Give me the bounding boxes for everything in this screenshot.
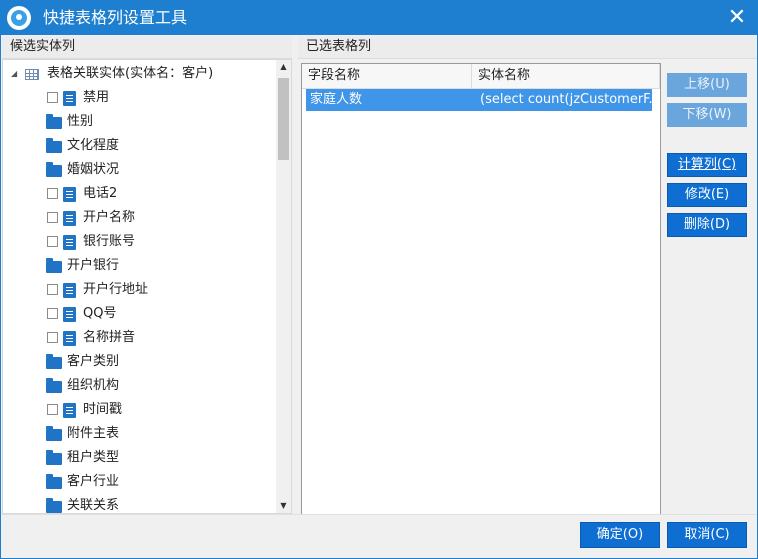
tree-root-label: 表格关联实体(实体名：客户)	[47, 66, 214, 81]
selected-columns-title: 已选表格列	[306, 39, 372, 54]
scroll-down-icon[interactable]: ▼	[276, 499, 291, 513]
tree-item[interactable]: 时间戳	[3, 398, 278, 422]
tree-item[interactable]: 性别	[3, 110, 278, 134]
column-header-entity-name[interactable]: 实体名称	[472, 64, 660, 88]
tree-item-label: 开户银行	[67, 258, 120, 273]
field-document-icon	[63, 91, 76, 106]
tree-item[interactable]: 客户行业	[3, 470, 278, 494]
tree-item-label: 组织机构	[67, 378, 120, 393]
table-row[interactable]: 家庭人数 (select count(jzCustomerF...	[306, 89, 652, 111]
move-down-button[interactable]: 下移(W)	[667, 103, 747, 127]
tree-item-label: 关联关系	[67, 498, 120, 513]
field-document-icon	[63, 307, 76, 322]
app-logo-icon	[7, 6, 31, 30]
grid-header: 字段名称 实体名称	[302, 64, 660, 89]
field-document-icon	[63, 331, 76, 346]
selected-columns-grid: 字段名称 实体名称 家庭人数 (select count(jzCustomerF…	[301, 63, 661, 515]
tree-item-label: QQ号	[83, 306, 117, 321]
candidate-columns-header: 候选实体列	[2, 36, 292, 59]
delete-button[interactable]: 删除(D)	[667, 213, 747, 237]
folder-icon	[46, 426, 62, 441]
edit-button[interactable]: 修改(E)	[667, 183, 747, 207]
tree-item-label: 禁用	[83, 90, 110, 105]
dialog-window: 快捷表格列设置工具 ✕ 候选实体列 已选表格列 ◢ 表格关联实体(实体名：客户)…	[0, 0, 758, 559]
folder-icon	[46, 138, 62, 153]
folder-icon	[46, 258, 62, 273]
tree-item[interactable]: 租户类型	[3, 446, 278, 470]
field-checkbox[interactable]	[47, 332, 58, 343]
field-checkbox[interactable]	[47, 92, 58, 103]
selected-columns-header: 已选表格列	[298, 36, 757, 59]
field-document-icon	[63, 235, 76, 250]
cancel-button[interactable]: 取消(C)	[667, 522, 747, 548]
field-document-icon	[63, 211, 76, 226]
folder-icon	[46, 162, 62, 177]
tree-scrollbar[interactable]: ▲ ▼	[276, 60, 291, 513]
tree-root-node[interactable]: ◢ 表格关联实体(实体名：客户)	[3, 62, 278, 86]
field-checkbox[interactable]	[47, 308, 58, 319]
compute-column-label: 计算列(C)	[677, 157, 737, 172]
tree-item-label: 附件主表	[67, 426, 120, 441]
tree-item-label: 电话2	[83, 186, 118, 201]
tree-item[interactable]: 组织机构	[3, 374, 278, 398]
tree-item-label: 名称拼音	[83, 330, 136, 345]
cell-field-name: 家庭人数	[310, 92, 363, 107]
tree-item[interactable]: 开户名称	[3, 206, 278, 230]
folder-icon	[46, 114, 62, 129]
field-checkbox[interactable]	[47, 236, 58, 247]
tree-item-label: 婚姻状况	[67, 162, 120, 177]
tree-item[interactable]: 名称拼音	[3, 326, 278, 350]
tree-item-label: 开户行地址	[83, 282, 149, 297]
tree-item-label: 客户行业	[67, 474, 120, 489]
tree-item[interactable]: 开户行地址	[3, 278, 278, 302]
footer-divider	[2, 514, 757, 515]
tree-item[interactable]: 关联关系	[3, 494, 278, 513]
folder-icon	[46, 450, 62, 465]
candidate-tree-panel: ◢ 表格关联实体(实体名：客户) 禁用性别文化程度婚姻状况电话2 开户名称银行账号…	[2, 59, 292, 514]
field-checkbox[interactable]	[47, 404, 58, 415]
compute-column-button[interactable]: 计算列(C)	[667, 153, 747, 177]
field-document-icon	[63, 283, 76, 298]
collapse-arrow-icon[interactable]: ◢	[11, 62, 17, 86]
tree-item-label: 性别	[67, 114, 94, 129]
tree-item[interactable]: 禁用	[3, 86, 278, 110]
scroll-up-icon[interactable]: ▲	[276, 60, 291, 74]
tree-item[interactable]: 婚姻状况	[3, 158, 278, 182]
cell-entity-name: (select count(jzCustomerF...	[480, 92, 652, 107]
field-checkbox[interactable]	[47, 188, 58, 199]
tree-item-label: 开户名称	[83, 210, 136, 225]
tree-item[interactable]: QQ号	[3, 302, 278, 326]
tree-item[interactable]: 文化程度	[3, 134, 278, 158]
table-icon	[25, 69, 39, 80]
tree-item[interactable]: 客户类别	[3, 350, 278, 374]
tree-item-label: 银行账号	[83, 234, 136, 249]
window-title: 快捷表格列设置工具	[43, 8, 188, 27]
folder-icon	[46, 498, 62, 513]
tree-item[interactable]: 银行账号	[3, 230, 278, 254]
title-bar: 快捷表格列设置工具 ✕	[1, 1, 757, 35]
move-up-button[interactable]: 上移(U)	[667, 73, 747, 97]
tree-item-label: 文化程度	[67, 138, 120, 153]
field-checkbox[interactable]	[47, 212, 58, 223]
tree-item-label: 客户类别	[67, 354, 120, 369]
column-header-field-name[interactable]: 字段名称	[302, 64, 472, 88]
field-checkbox[interactable]	[47, 284, 58, 295]
field-document-icon	[63, 403, 76, 418]
folder-icon	[46, 354, 62, 369]
tree-item[interactable]: 电话2	[3, 182, 278, 206]
folder-icon	[46, 378, 62, 393]
tree-item[interactable]: 开户银行	[3, 254, 278, 278]
folder-icon	[46, 474, 62, 489]
close-icon[interactable]: ✕	[725, 6, 749, 30]
tree-item-label: 租户类型	[67, 450, 120, 465]
tree-item[interactable]: 附件主表	[3, 422, 278, 446]
scrollbar-thumb[interactable]	[278, 78, 289, 160]
entity-tree: ◢ 表格关联实体(实体名：客户) 禁用性别文化程度婚姻状况电话2 开户名称银行账号…	[3, 60, 278, 513]
tree-item-label: 时间戳	[83, 402, 123, 417]
ok-button[interactable]: 确定(O)	[580, 522, 660, 548]
field-document-icon	[63, 187, 76, 202]
candidate-columns-title: 候选实体列	[10, 39, 76, 54]
